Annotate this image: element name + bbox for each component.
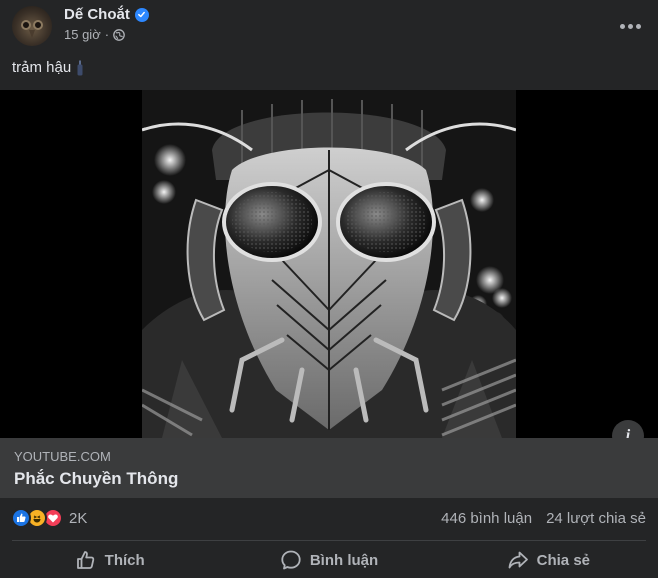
share-count[interactable]: 24 lượt chia sẻ [546, 510, 646, 527]
comment-count[interactable]: 446 bình luận [441, 510, 532, 527]
more-options-button[interactable] [616, 12, 644, 40]
post-meta: 15 giờ · [64, 27, 125, 42]
dot [627, 23, 633, 29]
caption-text: trảm hậu [12, 59, 72, 76]
post-card: Dế Choắt 15 giờ · trảm hậu i YOUTUBE.COM… [0, 0, 658, 578]
like-label: Thích [104, 551, 145, 569]
meta-separator: · [104, 27, 110, 42]
bottle-icon [77, 60, 83, 75]
author-row: Dế Choắt [64, 6, 149, 23]
action-bar: Thích Bình luận Chia sẻ [0, 542, 658, 578]
post-caption: trảm hậu [12, 59, 84, 76]
author-name[interactable]: Dế Choắt [64, 6, 130, 23]
post-header: Dế Choắt 15 giờ · [0, 0, 658, 52]
reactions-summary[interactable]: 2K [11, 508, 87, 528]
share-label: Chia sẻ [536, 551, 590, 569]
link-title[interactable]: Phắc Chuyền Thông [14, 469, 178, 489]
share-button[interactable]: Chia sẻ [439, 542, 658, 578]
engagement-counts: 446 bình luận 24 lượt chia sẻ [441, 510, 646, 527]
like-button[interactable]: Thích [0, 542, 219, 578]
insect-mask-artwork [142, 90, 516, 438]
like-reaction-icon [11, 508, 31, 528]
post-time[interactable]: 15 giờ [64, 27, 101, 42]
globe-icon[interactable] [113, 28, 125, 41]
link-card[interactable]: YOUTUBE.COM Phắc Chuyền Thông [0, 438, 658, 498]
comment-button[interactable]: Bình luận [219, 542, 438, 578]
link-preview-image[interactable]: i [0, 90, 658, 452]
dot [635, 23, 641, 29]
verified-badge-icon [134, 7, 149, 22]
avatar-beak [29, 30, 35, 38]
link-domain: YOUTUBE.COM [14, 449, 111, 464]
avatar-eye [21, 20, 31, 30]
comment-label: Bình luận [309, 551, 379, 569]
share-arrow-icon [508, 551, 528, 569]
author-avatar[interactable] [12, 6, 52, 46]
reaction-count[interactable]: 2K [69, 510, 87, 527]
comment-bubble-icon [281, 550, 301, 570]
post-stats: 2K 446 bình luận 24 lượt chia sẻ [0, 498, 658, 538]
thumbs-up-icon [76, 551, 94, 569]
divider [12, 540, 646, 541]
artwork-image [142, 90, 516, 438]
dot [619, 23, 625, 29]
avatar-eye [33, 20, 43, 30]
